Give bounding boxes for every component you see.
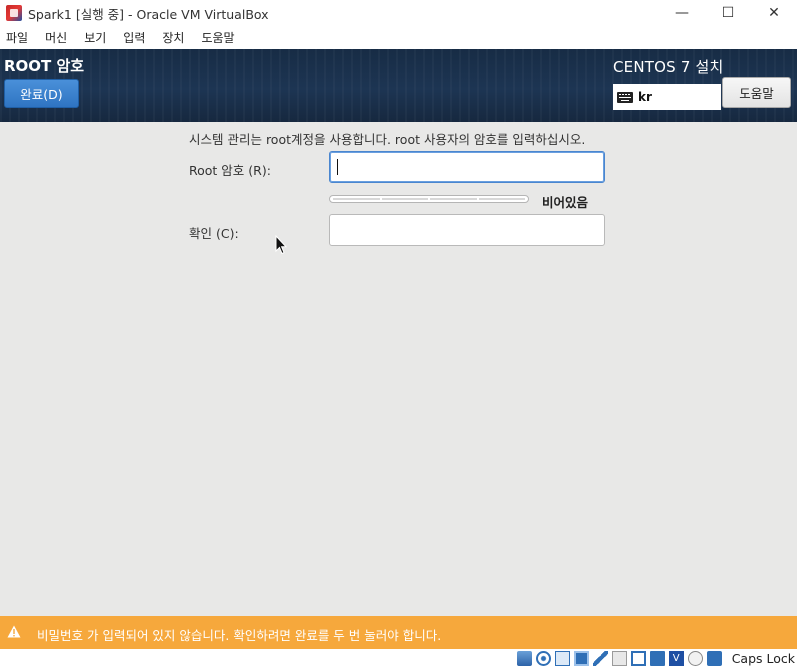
menu-view[interactable]: 보기 — [78, 29, 113, 46]
menu-help[interactable]: 도움말 — [195, 29, 241, 46]
warning-text: 비밀번호 가 입력되어 있지 않습니다. 확인하려면 완료를 두 번 눌러야 합… — [37, 628, 442, 643]
close-button[interactable]: ✕ — [751, 0, 797, 26]
warning-icon — [7, 625, 21, 638]
strength-segment — [478, 198, 525, 200]
caps-lock-indicator: Caps Lock — [731, 651, 795, 666]
host-key-icon[interactable] — [706, 651, 722, 666]
usb-icon[interactable] — [592, 651, 608, 666]
virtualbox-statusbar: V Caps Lock — [0, 649, 797, 668]
text-caret — [337, 159, 338, 175]
menu-machine[interactable]: 머신 — [39, 29, 74, 46]
strength-segment — [430, 198, 477, 200]
root-password-input[interactable] — [329, 151, 605, 183]
confirm-password-label: 확인 (C): — [189, 226, 239, 241]
strength-segment — [333, 198, 380, 200]
display-icon[interactable] — [630, 651, 646, 666]
optical-drive-icon[interactable] — [535, 651, 551, 666]
instruction-text: 시스템 관리는 root계정을 사용합니다. root 사용자의 암호를 입력하… — [189, 132, 586, 147]
page-title: ROOT 암호 — [4, 57, 85, 75]
hard-disk-icon[interactable] — [516, 651, 532, 666]
installer-header: ROOT 암호 완료(D) CENTOS 7 설치 kr 도움말 — [0, 49, 797, 122]
product-title: CENTOS 7 설치 — [613, 58, 724, 76]
window-controls: — ☐ ✕ — [659, 0, 797, 26]
minimize-icon: — — [675, 5, 689, 21]
confirm-password-input[interactable] — [329, 214, 605, 246]
window-title: Spark1 [실행 중] - Oracle VM VirtualBox — [28, 6, 269, 22]
mouse-pointer-icon — [275, 235, 287, 255]
done-button[interactable]: 완료(D) — [4, 79, 79, 108]
keyboard-icon — [617, 91, 633, 103]
mouse-integration-icon[interactable] — [687, 651, 703, 666]
window-titlebar: Spark1 [실행 중] - Oracle VM VirtualBox — ☐… — [0, 0, 797, 26]
warning-bar[interactable]: 비밀번호 가 입력되어 있지 않습니다. 확인하려면 완료를 두 번 눌러야 합… — [0, 616, 797, 649]
help-button[interactable]: 도움말 — [722, 77, 791, 108]
menu-file[interactable]: 파일 — [0, 29, 35, 46]
menu-devices[interactable]: 장치 — [156, 29, 191, 46]
network-icon[interactable] — [573, 651, 589, 666]
menu-input[interactable]: 입력 — [117, 29, 152, 46]
strength-segment — [381, 198, 428, 200]
root-password-label: Root 암호 (R): — [189, 163, 271, 178]
minimize-button[interactable]: — — [659, 0, 705, 26]
password-strength-label: 비어있음 — [542, 195, 589, 210]
root-password-panel: 시스템 관리는 root계정을 사용합니다. root 사용자의 암호를 입력하… — [0, 122, 797, 616]
statusbar-device-icons: V — [516, 651, 726, 666]
maximize-icon: ☐ — [721, 5, 735, 21]
maximize-button[interactable]: ☐ — [705, 0, 751, 26]
password-strength-bar — [329, 195, 529, 203]
video-capture-icon[interactable] — [649, 651, 665, 666]
virtualization-icon[interactable]: V — [668, 651, 684, 666]
menu-bar: 파일 머신 보기 입력 장치 도움말 — [0, 26, 797, 49]
keyboard-layout-label: kr — [638, 90, 652, 104]
virtualbox-app-icon — [6, 5, 22, 21]
shared-folder-icon[interactable] — [611, 651, 627, 666]
close-icon: ✕ — [768, 5, 780, 21]
keyboard-layout-indicator[interactable]: kr — [613, 84, 721, 110]
audio-icon[interactable] — [554, 651, 570, 666]
